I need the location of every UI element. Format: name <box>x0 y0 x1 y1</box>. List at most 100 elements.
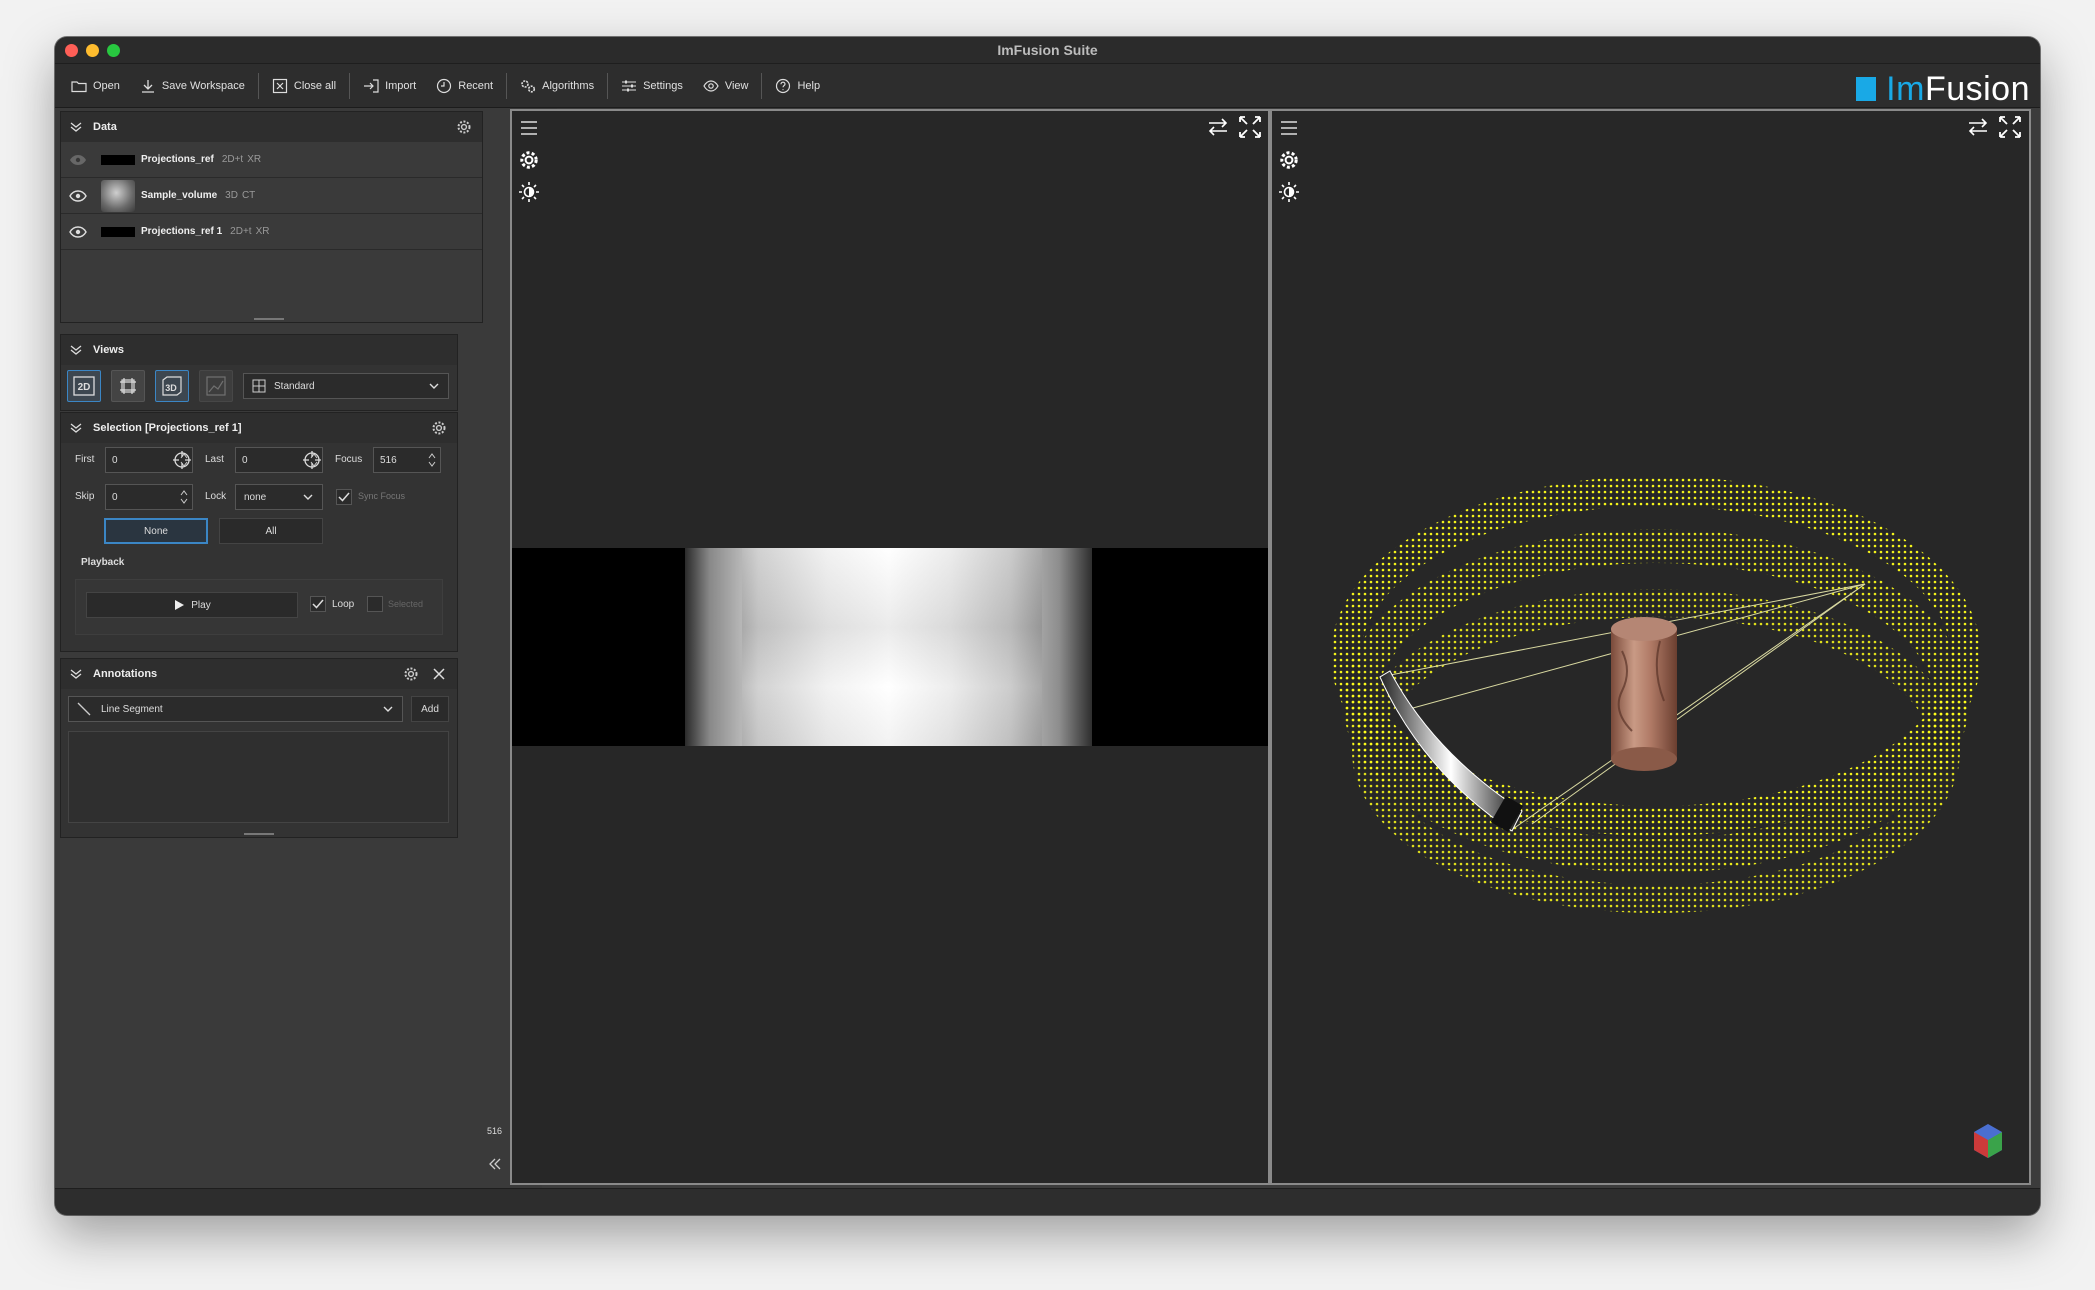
loop-checkbox[interactable] <box>310 596 326 612</box>
brightness-icon[interactable] <box>518 181 540 203</box>
close-all-button[interactable]: Close all <box>262 71 346 101</box>
view-mpr-button[interactable] <box>111 370 145 402</box>
open-button[interactable]: Open <box>61 71 130 101</box>
maximize-icon[interactable] <box>1238 115 1262 139</box>
annotation-list[interactable] <box>68 731 449 823</box>
select-none-button[interactable]: None <box>104 518 208 544</box>
imfusion-logo: ImFusion <box>1856 72 2030 106</box>
crosshair-icon[interactable] <box>173 451 191 469</box>
help-icon <box>776 78 791 93</box>
view-button[interactable]: View <box>693 71 759 101</box>
loop-label: Loop <box>332 599 355 610</box>
orientation-cube <box>1974 1124 2002 1158</box>
swap-arrows-icon[interactable] <box>1206 115 1230 139</box>
playback-group: Play Loop Selected <box>75 579 443 635</box>
maximize-window-button[interactable] <box>107 44 120 57</box>
annotation-tool-dropdown[interactable]: Line Segment <box>68 696 403 722</box>
import-label: Import <box>385 79 417 92</box>
spin-arrows-icon[interactable] <box>427 450 437 470</box>
viewport-3d[interactable] <box>1270 109 2031 1185</box>
lock-dropdown[interactable]: none <box>235 484 323 510</box>
logo-mark <box>1856 77 1877 101</box>
recent-button[interactable]: Recent <box>426 71 503 101</box>
chevron-down-icon <box>429 383 439 389</box>
settings-label: Settings <box>643 79 683 92</box>
toolbar-divider <box>607 72 609 99</box>
sync-focus-checkbox[interactable] <box>336 489 352 505</box>
gear-icon[interactable] <box>431 420 447 436</box>
frame-value: 516 <box>487 1126 503 1136</box>
visibility-eye-icon[interactable] <box>69 225 87 238</box>
focus-value: 516 <box>380 454 397 466</box>
layout-value: Standard <box>274 380 315 392</box>
chevron-down-icon <box>383 706 393 712</box>
data-item-name: Projections_ref 1 <box>141 226 223 237</box>
annotations-panel-header[interactable]: Annotations <box>61 659 457 689</box>
algorithms-button[interactable]: Algorithms <box>510 71 604 101</box>
lock-value: none <box>244 491 267 503</box>
window-title: ImFusion Suite <box>997 42 1098 58</box>
data-panel: Data Projections_ref 2D+t XR Sample_volu… <box>60 111 483 323</box>
data-item[interactable]: Projections_ref 2D+t XR <box>61 142 482 178</box>
data-thumbnail <box>101 226 135 237</box>
play-button[interactable]: Play <box>86 592 298 618</box>
collapse-chevron-icon[interactable] <box>69 667 83 681</box>
view-3d-button[interactable]: 3D <box>155 370 189 402</box>
views-panel-title: Views <box>93 344 124 356</box>
close-icon[interactable] <box>431 666 447 682</box>
select-all-button[interactable]: All <box>219 518 323 544</box>
resize-handle[interactable] <box>244 833 274 835</box>
close-window-button[interactable] <box>65 44 78 57</box>
toolbar-divider <box>761 72 763 99</box>
first-label: First <box>75 454 95 465</box>
focus-spinbox[interactable]: 516 <box>373 447 441 473</box>
data-item[interactable]: Projections_ref 1 2D+t XR <box>61 214 482 250</box>
toolbar-divider <box>349 72 351 99</box>
view-plot-button[interactable] <box>199 370 233 402</box>
line-segment-icon <box>77 702 91 716</box>
view-2d-button[interactable]: 2D <box>67 370 101 402</box>
collapse-chevron-icon[interactable] <box>69 421 83 435</box>
toolbar-divider <box>257 72 259 99</box>
collapse-chevron-icon[interactable] <box>69 120 83 134</box>
layout-dropdown[interactable]: Standard <box>243 373 449 399</box>
data-thumbnail <box>101 154 135 165</box>
data-item-name: Projections_ref <box>141 154 214 165</box>
import-button[interactable]: Import <box>353 71 426 101</box>
crosshair-icon[interactable] <box>303 451 321 469</box>
annotation-tool-value: Line Segment <box>101 703 163 715</box>
gear-icon[interactable] <box>403 666 419 682</box>
eye-icon <box>703 79 719 92</box>
xray-projection-image <box>512 548 1268 746</box>
gears-icon <box>521 79 536 93</box>
data-item[interactable]: Sample_volume 3D CT <box>61 178 482 214</box>
logo-wordmark: ImFusion <box>1886 72 2030 106</box>
minimize-window-button[interactable] <box>86 44 99 57</box>
spin-arrows-icon[interactable] <box>179 487 189 507</box>
collapse-chevron-icon[interactable] <box>69 343 83 357</box>
visibility-eye-icon[interactable] <box>69 154 87 166</box>
gear-icon[interactable] <box>456 119 472 135</box>
skip-spinbox[interactable]: 0 <box>105 484 193 510</box>
selection-panel-title: Selection [Projections_ref 1] <box>93 422 242 434</box>
resize-handle[interactable] <box>254 318 284 320</box>
visibility-eye-icon[interactable] <box>69 189 87 202</box>
views-panel-header[interactable]: Views <box>61 335 457 365</box>
hamburger-menu-icon[interactable] <box>518 117 540 139</box>
annotations-panel-title: Annotations <box>93 668 158 680</box>
folder-icon <box>71 80 87 92</box>
clock-icon <box>437 78 452 93</box>
settings-button[interactable]: Settings <box>611 71 693 101</box>
left-sidebar: Data Projections_ref 2D+t XR Sample_volu… <box>55 108 542 1188</box>
selection-panel-header[interactable]: Selection [Projections_ref 1] <box>61 413 457 443</box>
viewport-2d[interactable] <box>510 109 1270 1185</box>
collapse-sidebar-icon[interactable] <box>488 1157 502 1171</box>
help-button[interactable]: Help <box>765 71 830 101</box>
view-3d-icon: 3D <box>162 376 182 396</box>
save-workspace-button[interactable]: Save Workspace <box>130 71 255 101</box>
gear-icon[interactable] <box>518 149 540 171</box>
selected-checkbox[interactable] <box>367 596 383 612</box>
data-panel-header[interactable]: Data <box>61 112 482 142</box>
logo-suffix: Fusion <box>1924 70 2030 108</box>
add-annotation-button[interactable]: Add <box>411 696 449 722</box>
